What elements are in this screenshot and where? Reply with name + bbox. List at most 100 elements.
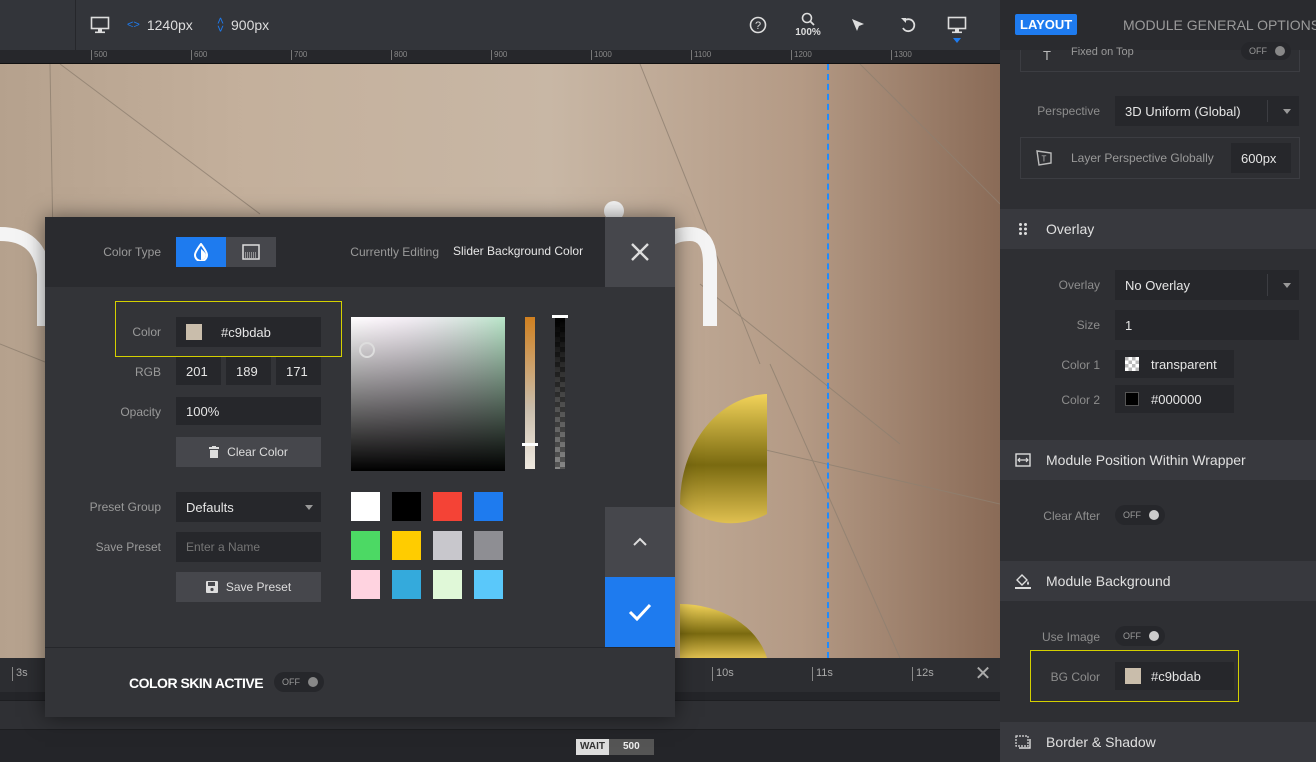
help-icon[interactable]: ? <box>747 12 769 38</box>
clear-after-toggle-text: OFF <box>1123 510 1141 520</box>
bg-color-value: #c9bdab <box>1151 668 1201 684</box>
layer-perspective-row: T Layer Perspective Globally 600px <box>1020 137 1300 179</box>
rgb-g-input[interactable]: 189 <box>226 357 271 385</box>
horizontal-ruler: 500 600 700 800 900 1000 1100 1200 1300 <box>0 50 1000 64</box>
preset-group-select[interactable]: Defaults <box>176 492 321 522</box>
desktop-icon[interactable] <box>89 12 111 38</box>
saturation-brightness-picker[interactable] <box>351 317 505 471</box>
layer-perspective-value: 600px <box>1241 150 1277 166</box>
chevron-down-icon <box>305 505 313 510</box>
opacity-slider-handle[interactable] <box>552 315 568 318</box>
color-picker-dialog: Color Type Currently Editing Slider Back… <box>45 217 675 717</box>
width-control[interactable]: <> 1240px <box>127 0 193 50</box>
color1-input[interactable]: transparent <box>1115 350 1234 378</box>
wait-badge[interactable]: WAIT 500 <box>576 739 654 755</box>
color-skin-toggle[interactable]: OFF <box>274 672 324 692</box>
color2-label: Color 2 <box>1061 393 1100 407</box>
ruler-tick: 600 <box>191 50 207 60</box>
layer-perspective-input[interactable]: 600px <box>1231 143 1291 173</box>
color-type-gradient-button[interactable] <box>226 237 276 267</box>
bg-color-input[interactable]: #c9bdab <box>1115 662 1234 690</box>
color-hex-value: #c9bdab <box>221 324 271 340</box>
zoom-control[interactable]: 100% <box>792 12 824 38</box>
preset-swatch[interactable] <box>392 531 421 560</box>
clear-after-toggle[interactable]: OFF <box>1115 505 1165 525</box>
color-skin-label: COLOR SKIN ACTIVE <box>129 675 264 691</box>
preset-swatch[interactable] <box>474 531 503 560</box>
wait-label: WAIT <box>576 739 609 755</box>
settings-panel: LAYOUT MODULE GENERAL OPTIONS T Fixed on… <box>1000 0 1316 762</box>
close-icon[interactable]: ✕ <box>972 664 994 686</box>
opacity-label: Opacity <box>120 405 161 419</box>
pointer-icon[interactable] <box>847 12 869 38</box>
preset-swatch[interactable] <box>351 570 380 599</box>
width-value: 1240px <box>146 17 193 33</box>
check-icon <box>628 603 652 621</box>
use-image-toggle[interactable]: OFF <box>1115 626 1165 646</box>
fixed-on-top-label: Fixed on Top <box>1071 46 1134 58</box>
rgb-r-input[interactable]: 201 <box>176 357 221 385</box>
perspective-label: Perspective <box>1037 104 1100 118</box>
fixed-on-top-toggle[interactable]: OFF <box>1241 42 1291 60</box>
hue-slider-handle[interactable] <box>522 443 538 446</box>
clear-after-label: Clear After <box>1043 509 1100 523</box>
preset-swatch[interactable] <box>474 570 503 599</box>
tab-module-general-options[interactable]: MODULE GENERAL OPTIONS <box>1123 17 1316 33</box>
color-type-solid-button[interactable] <box>176 237 226 267</box>
size-input[interactable]: 1 <box>1115 310 1299 340</box>
text-t-icon: T <box>1043 48 1051 63</box>
rgb-b-input[interactable]: 171 <box>276 357 321 385</box>
color-input[interactable]: #c9bdab <box>176 317 321 347</box>
preset-swatch[interactable] <box>433 492 462 521</box>
preset-swatch[interactable] <box>351 492 380 521</box>
currently-editing-label: Currently Editing <box>350 245 439 259</box>
preset-swatch[interactable] <box>433 531 462 560</box>
perspective-select[interactable]: 3D Uniform (Global) <box>1115 96 1299 126</box>
preset-group-label: Preset Group <box>89 500 161 514</box>
clear-color-button[interactable]: Clear Color <box>176 437 321 467</box>
size-value: 1 <box>1125 317 1133 333</box>
collapse-button[interactable] <box>605 507 675 577</box>
ruler-tick: 500 <box>91 50 107 60</box>
wait-value: 500 <box>609 739 654 755</box>
tab-layout[interactable]: LAYOUT <box>1015 14 1078 35</box>
preset-name-input[interactable] <box>176 532 321 562</box>
hue-slider[interactable] <box>522 317 538 469</box>
color-skin-toggle-text: OFF <box>282 677 300 687</box>
height-control[interactable]: ˄ ˅ 900px <box>217 0 269 50</box>
undo-icon[interactable] <box>897 12 919 38</box>
opacity-input[interactable]: 100% <box>176 397 321 425</box>
size-label: Size <box>1076 318 1100 332</box>
save-preset-button[interactable]: Save Preset <box>176 572 321 602</box>
section-overlay[interactable]: Overlay <box>1000 209 1316 249</box>
overlay-value: No Overlay <box>1125 277 1191 293</box>
dialog-footer: COLOR SKIN ACTIVE OFF <box>45 647 675 717</box>
section-module-background[interactable]: Module Background <box>1000 561 1316 601</box>
width-arrows-icon: <> <box>127 19 140 31</box>
picker-handle[interactable] <box>359 342 375 358</box>
fixed-on-top-toggle-text: OFF <box>1249 46 1267 56</box>
overlay-select[interactable]: No Overlay <box>1115 270 1299 300</box>
border-icon <box>1000 735 1046 749</box>
preset-swatch[interactable] <box>351 531 380 560</box>
close-button[interactable] <box>605 217 675 287</box>
desktop-view-icon[interactable] <box>946 12 968 38</box>
preset-swatch[interactable] <box>392 570 421 599</box>
color-label: Color <box>132 325 161 339</box>
droplet-icon <box>193 243 209 261</box>
section-border-shadow[interactable]: Border & Shadow <box>1000 722 1316 762</box>
opacity-value: 100% <box>186 403 220 419</box>
paint-bucket-icon <box>1000 573 1046 589</box>
section-position-title: Module Position Within Wrapper <box>1046 452 1246 468</box>
preset-swatch[interactable] <box>433 570 462 599</box>
opacity-slider[interactable] <box>552 315 568 469</box>
perspective-icon: T <box>1036 150 1052 166</box>
preset-swatch[interactable] <box>392 492 421 521</box>
ruler-tick: 1200 <box>791 50 812 60</box>
color2-input[interactable]: #000000 <box>1115 385 1234 413</box>
section-module-position[interactable]: Module Position Within Wrapper <box>1000 440 1316 480</box>
save-preset-label-text: Save Preset <box>225 580 292 594</box>
preset-swatch[interactable] <box>474 492 503 521</box>
perspective-value: 3D Uniform (Global) <box>1125 103 1241 119</box>
apply-button[interactable] <box>605 577 675 647</box>
